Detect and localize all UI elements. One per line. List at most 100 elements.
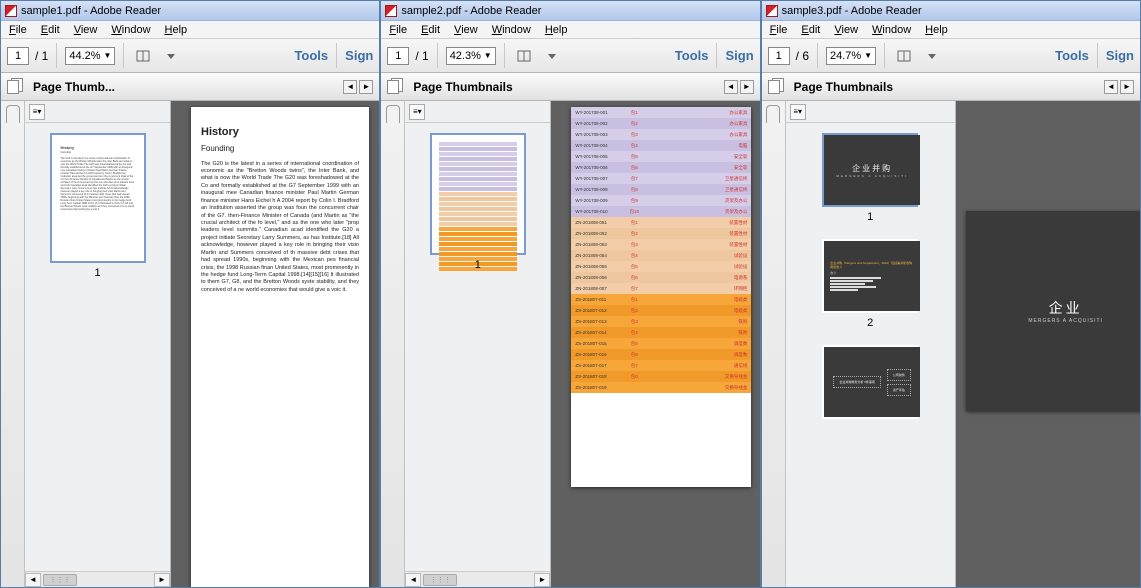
thumbnail-list: 1: [405, 123, 550, 571]
dropdown-icon[interactable]: [541, 45, 563, 67]
page-current-input[interactable]: 1: [7, 47, 29, 65]
panel-prev-icon[interactable]: ◄: [1104, 80, 1118, 94]
scroll-right-icon[interactable]: ►: [154, 573, 170, 587]
table-row: WY-201708-006包6安全软: [571, 162, 751, 173]
table-row: ZN-201808-055包5试验设: [571, 261, 751, 272]
panel-header: Page Thumbnails ◄ ►: [381, 73, 759, 101]
table-row: ZS-201807-014包4铁附: [571, 327, 751, 338]
thumb-options-icon[interactable]: ≡▾: [29, 104, 45, 120]
scroll-left-icon[interactable]: ◄: [405, 573, 421, 587]
window-titlebar: sample1.pdf - Adobe Reader: [1, 1, 379, 21]
read-mode-icon[interactable]: [513, 45, 535, 67]
menu-window[interactable]: Window: [872, 24, 911, 36]
table-row: ZS-201807-015包5调度数: [571, 338, 751, 349]
scroll-left-icon[interactable]: ◄: [25, 573, 41, 587]
toolbar: 1 / 1 44.2%▼ Tools Sign: [1, 39, 379, 73]
window-titlebar: sample2.pdf - Adobe Reader: [381, 1, 759, 21]
thumbnails-icon[interactable]: [768, 78, 786, 96]
page-thumbnail[interactable]: [430, 133, 526, 255]
panel-prev-icon[interactable]: ◄: [724, 80, 738, 94]
thumb-toolbar: ≡▾: [786, 101, 955, 123]
sign-link[interactable]: Sign: [345, 48, 373, 63]
panel-header: Page Thumbnails ◄ ►: [762, 73, 1140, 101]
window-titlebar: sample3.pdf - Adobe Reader: [762, 1, 1140, 21]
menu-file[interactable]: File: [9, 24, 27, 36]
menu-window[interactable]: Window: [111, 24, 150, 36]
panel-next-icon[interactable]: ►: [359, 80, 373, 94]
panel-next-icon[interactable]: ►: [1120, 80, 1134, 94]
menu-edit[interactable]: Edit: [801, 24, 820, 36]
menu-help[interactable]: Help: [925, 24, 948, 36]
menu-view[interactable]: View: [834, 24, 858, 36]
page-total: / 1: [415, 49, 428, 63]
document-view[interactable]: 企业 MERGERS A ACQUISITI: [956, 101, 1140, 587]
nav-rail: [1, 101, 25, 587]
toolbar: 1 / 6 24.7%▼ Tools Sign: [762, 39, 1140, 73]
table-row: ZN-201808-051包1装置性材: [571, 217, 751, 228]
document-page: History Founding The G20 is the latest i…: [191, 107, 369, 587]
thumb-hscroll[interactable]: ◄ ⋮⋮⋮ ►: [25, 571, 170, 587]
table-row: ZN-201808-053包3装置性材: [571, 239, 751, 250]
scroll-thumb[interactable]: ⋮⋮⋮: [43, 574, 77, 586]
document-view[interactable]: History Founding The G20 is the latest i…: [171, 101, 379, 587]
page-current-input[interactable]: 1: [387, 47, 409, 65]
doc-subheading: Founding: [201, 144, 359, 155]
page-thumbnail[interactable]: HistoryFoundingThe G20 is the latest in …: [50, 133, 146, 263]
page-thumbnail[interactable]: 企业并购财务分析 5件事项 公司财务 资产评估: [822, 345, 918, 419]
read-mode-icon[interactable]: [893, 45, 915, 67]
thumbnails-icon[interactable]: [387, 78, 405, 96]
table-row: WY-201708-004包4电脑: [571, 140, 751, 151]
nav-rail: [381, 101, 405, 587]
thumbnail-label: 2: [867, 317, 873, 329]
menubar: File Edit View Window Help: [381, 21, 759, 39]
toolbar: 1 / 1 42.3%▼ Tools Sign: [381, 39, 759, 73]
table-row: WY-201708-003包3办公家具: [571, 129, 751, 140]
table-row: WY-201708-010包10货架及办公: [571, 206, 751, 217]
attachment-icon[interactable]: [6, 105, 20, 123]
document-view[interactable]: WY-201708-001包1办公家具WY-201708-002包2办公家具WY…: [551, 101, 759, 587]
zoom-input[interactable]: 44.2%▼: [65, 47, 115, 65]
tools-link[interactable]: Tools: [294, 48, 328, 63]
menu-window[interactable]: Window: [492, 24, 531, 36]
thumb-options-icon[interactable]: ≡▾: [790, 104, 806, 120]
thumbnails-icon[interactable]: [7, 78, 25, 96]
thumb-options-icon[interactable]: ≡▾: [409, 104, 425, 120]
menu-edit[interactable]: Edit: [41, 24, 60, 36]
table-row: WY-201708-002包2办公家具: [571, 118, 751, 129]
panel-title: Page Thumbnails: [794, 80, 893, 94]
page-current-input[interactable]: 1: [768, 47, 790, 65]
menu-help[interactable]: Help: [545, 24, 568, 36]
thumb-toolbar: ≡▾: [25, 101, 170, 123]
page-thumbnail[interactable]: 企业并购MERGERS A ACQUISITI: [822, 133, 918, 207]
dropdown-icon[interactable]: [921, 45, 943, 67]
menu-file[interactable]: File: [389, 24, 407, 36]
tools-link[interactable]: Tools: [1055, 48, 1089, 63]
document-page: WY-201708-001包1办公家具WY-201708-002包2办公家具WY…: [571, 107, 751, 487]
panel-prev-icon[interactable]: ◄: [343, 80, 357, 94]
zoom-input[interactable]: 42.3%▼: [446, 47, 496, 65]
thumb-hscroll[interactable]: ◄ ⋮⋮⋮ ►: [405, 571, 550, 587]
attachment-icon[interactable]: [386, 105, 400, 123]
page-total: / 6: [796, 49, 809, 63]
tools-link[interactable]: Tools: [675, 48, 709, 63]
page-thumbnail[interactable]: 企业并购（Mergers and Acquisitions，M&A）包括兼并和收…: [822, 239, 918, 313]
scroll-thumb[interactable]: ⋮⋮⋮: [423, 574, 457, 586]
menu-file[interactable]: File: [770, 24, 788, 36]
table-row: ZS-201807-013包3铁附: [571, 316, 751, 327]
menu-view[interactable]: View: [454, 24, 478, 36]
zoom-input[interactable]: 24.7%▼: [826, 47, 876, 65]
menubar: File Edit View Window Help: [1, 21, 379, 39]
scroll-right-icon[interactable]: ►: [534, 573, 550, 587]
menu-edit[interactable]: Edit: [421, 24, 440, 36]
attachment-icon[interactable]: [766, 105, 780, 123]
menu-view[interactable]: View: [74, 24, 98, 36]
menubar: File Edit View Window Help: [762, 21, 1140, 39]
panel-next-icon[interactable]: ►: [740, 80, 754, 94]
table-row: WY-201708-007包7卫星通信终: [571, 173, 751, 184]
read-mode-icon[interactable]: [132, 45, 154, 67]
dropdown-icon[interactable]: [160, 45, 182, 67]
table-row: ZS-201807-011包1电缆类: [571, 294, 751, 305]
menu-help[interactable]: Help: [165, 24, 188, 36]
sign-link[interactable]: Sign: [1106, 48, 1134, 63]
sign-link[interactable]: Sign: [725, 48, 753, 63]
